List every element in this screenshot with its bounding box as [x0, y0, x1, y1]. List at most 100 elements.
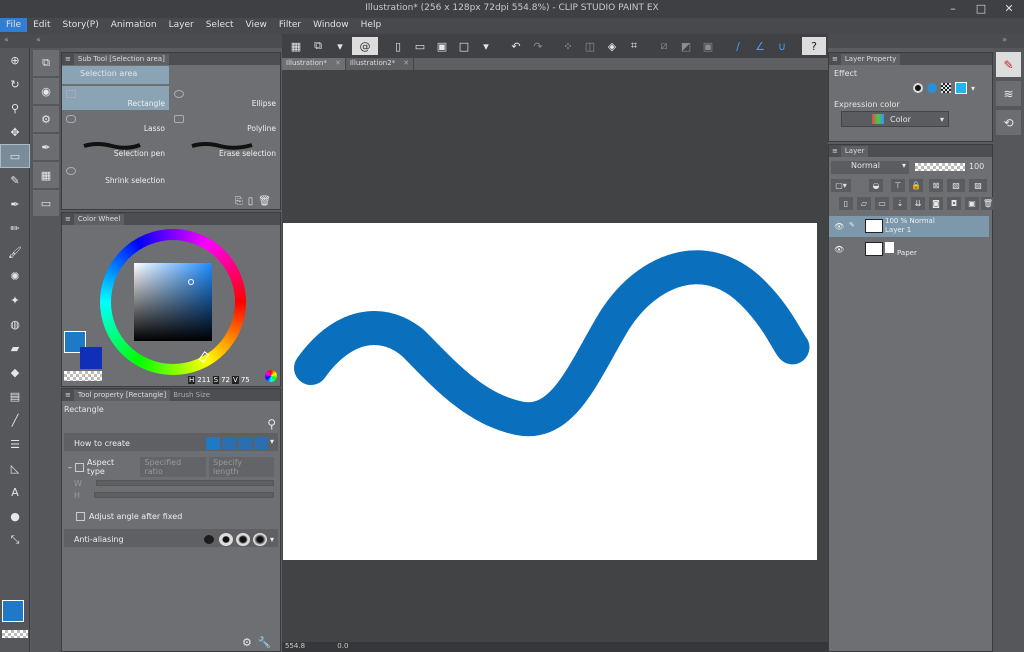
gradient-icon[interactable]: ▤ [0, 384, 30, 408]
aa-weak-option[interactable] [218, 532, 233, 546]
sub-tool-rectangle[interactable]: Rectangle [62, 86, 169, 110]
aspect-type-checkbox[interactable] [75, 462, 84, 472]
sub-tool-erase-selection[interactable]: Erase selection [170, 136, 280, 160]
tool-property-tab[interactable]: Tool property [Rectangle] [73, 389, 171, 401]
grid-icon[interactable]: ▦ [286, 37, 306, 55]
color-wheel-icon[interactable]: ◉ [33, 78, 59, 104]
transform-icon[interactable]: ⌗ [624, 37, 644, 55]
angle-readout[interactable]: 0.0 [337, 642, 348, 650]
layer-color-dropdown[interactable]: ▢▾ [831, 179, 851, 192]
snap-icon-2[interactable]: ◩ [676, 37, 696, 55]
menu-story[interactable]: Story(P) [57, 18, 105, 32]
pen-icon[interactable]: ✒ [0, 192, 30, 216]
move-icon[interactable]: ✥ [0, 120, 30, 144]
rotate-icon[interactable]: ↻ [0, 72, 30, 96]
eye-icon[interactable]: 👁 [834, 222, 844, 231]
opacity-value[interactable]: 100 [969, 162, 984, 171]
document-tab-illustration2[interactable]: Illustration2* ✕ [346, 58, 415, 70]
menu-window[interactable]: Window [307, 18, 355, 32]
sub-tool-ellipse[interactable]: Ellipse [170, 86, 280, 110]
mode-add-icon[interactable] [221, 436, 236, 450]
open-folder-icon[interactable]: ▭ [410, 37, 430, 55]
redo-icon[interactable]: ↷ [528, 37, 548, 55]
sub-tool-selection-pen[interactable]: Selection pen [62, 136, 169, 160]
menu-file[interactable]: File [0, 18, 28, 32]
collapse-right-icon[interactable]: » [1002, 35, 1007, 44]
mode-subtract-icon[interactable] [237, 436, 252, 450]
panel-menu-icon[interactable]: ≡ [832, 147, 838, 155]
ruler-create-icon[interactable]: ▣ [965, 197, 979, 210]
border-effect-icon[interactable] [913, 83, 923, 93]
chevron-down-icon[interactable]: ▾ [270, 535, 274, 544]
new-subtool-icon[interactable]: ▯ [248, 196, 259, 207]
transfer-down-icon[interactable]: ⇣ [893, 197, 907, 210]
layer-tab[interactable]: Layer [840, 145, 869, 157]
adjust-angle-checkbox[interactable] [76, 511, 85, 521]
expression-color-select[interactable]: Color ▾ [841, 111, 949, 127]
reference-icon[interactable]: ⊤ [891, 179, 905, 192]
opacity-slider[interactable] [915, 163, 965, 171]
merge-down-icon[interactable]: ⇊ [911, 197, 925, 210]
grid-panel-icon[interactable]: ▦ [33, 162, 59, 188]
save-icon[interactable]: ▣ [432, 37, 452, 55]
rectangle-icon[interactable]: □ [454, 37, 474, 55]
specify-length-option[interactable]: Specify length [209, 457, 274, 477]
help-icon[interactable]: ? [802, 37, 826, 55]
menu-view[interactable]: View [239, 18, 272, 32]
snap-icon[interactable]: ⧄ [654, 37, 674, 55]
copy-subtool-icon[interactable]: ⎘ [235, 196, 248, 207]
menu-edit[interactable]: Edit [27, 18, 56, 32]
selection-tool-icon[interactable]: ▭ [0, 144, 30, 168]
blend-icon[interactable]: ◍ [0, 312, 30, 336]
color-mode-icon[interactable] [265, 370, 277, 382]
ruler-snap-icon[interactable]: ∕ [728, 37, 748, 55]
collapse-left-icon-2[interactable]: « [36, 35, 41, 44]
panel-menu-icon[interactable]: ≡ [832, 55, 838, 63]
dropdown-icon[interactable]: ▾ [330, 37, 350, 55]
ruler-link-icon[interactable]: ▨ [969, 179, 987, 192]
new-file-icon[interactable]: ▯ [388, 37, 408, 55]
wrench-icon[interactable]: 🔧 [258, 636, 278, 649]
layer-search-icon[interactable]: ≋ [996, 81, 1021, 106]
canvas-paper[interactable] [283, 223, 817, 560]
new-raster-layer-icon[interactable]: ▯ [839, 197, 853, 210]
layer-property-icon[interactable]: ✎ [996, 52, 1021, 77]
line-icon[interactable]: ╱ [0, 408, 30, 432]
panel-menu-icon[interactable]: ≡ [65, 391, 71, 399]
color-picker-handle[interactable] [188, 279, 194, 285]
brush-icon[interactable]: 🖌 [0, 240, 30, 264]
h-slider[interactable] [94, 492, 274, 498]
layer-row[interactable]: 👁 Paper [829, 239, 989, 260]
zoom-icon[interactable]: ⊕ [0, 48, 30, 72]
w-slider[interactable] [95, 480, 274, 486]
layer-mask-icon[interactable]: ◙ [929, 197, 943, 210]
minimize-button[interactable]: – [939, 0, 967, 18]
sub-color-swatch-2[interactable] [80, 347, 102, 369]
eyedropper-icon[interactable]: ✎ [0, 168, 30, 192]
lock-transparent-icon[interactable]: ⊠ [929, 179, 943, 192]
apply-mask-icon[interactable]: ◘ [947, 197, 961, 210]
chevron-down-icon[interactable]: ▾ [270, 437, 274, 450]
close-button[interactable]: ✕ [995, 0, 1023, 18]
close-icon[interactable]: ✕ [403, 59, 409, 67]
dropdown-icon-2[interactable]: ▾ [476, 37, 496, 55]
saturation-value-square[interactable] [134, 263, 212, 341]
settings-icon[interactable]: ⚙ [242, 636, 258, 649]
eraser-icon[interactable]: ▰ [0, 336, 30, 360]
pencil-icon[interactable]: ✏ [0, 216, 30, 240]
sub-tool-tab[interactable]: Sub Tool [Selection area] [73, 53, 169, 65]
clip-icon[interactable]: ◒ [869, 179, 883, 192]
layer-color-icon[interactable] [955, 82, 967, 94]
lock-icon[interactable]: 🔒 [909, 179, 923, 192]
airbrush-icon[interactable]: ✺ [0, 264, 30, 288]
sub-tool-polyline[interactable]: Polyline [170, 111, 280, 135]
color-wheel-tab[interactable]: Color Wheel [73, 213, 125, 225]
menu-help[interactable]: Help [355, 18, 388, 32]
menu-animation[interactable]: Animation [105, 18, 163, 32]
mask-enable-icon[interactable]: ▧ [947, 179, 965, 192]
layer-row[interactable]: 👁 ✎ 100 % Normal Layer 1 [829, 216, 989, 237]
layer-property-tab[interactable]: Layer Property [840, 53, 901, 65]
tone-icon[interactable] [941, 83, 951, 93]
aa-medium-option[interactable] [235, 532, 250, 546]
mode-intersect-icon[interactable] [253, 436, 268, 450]
